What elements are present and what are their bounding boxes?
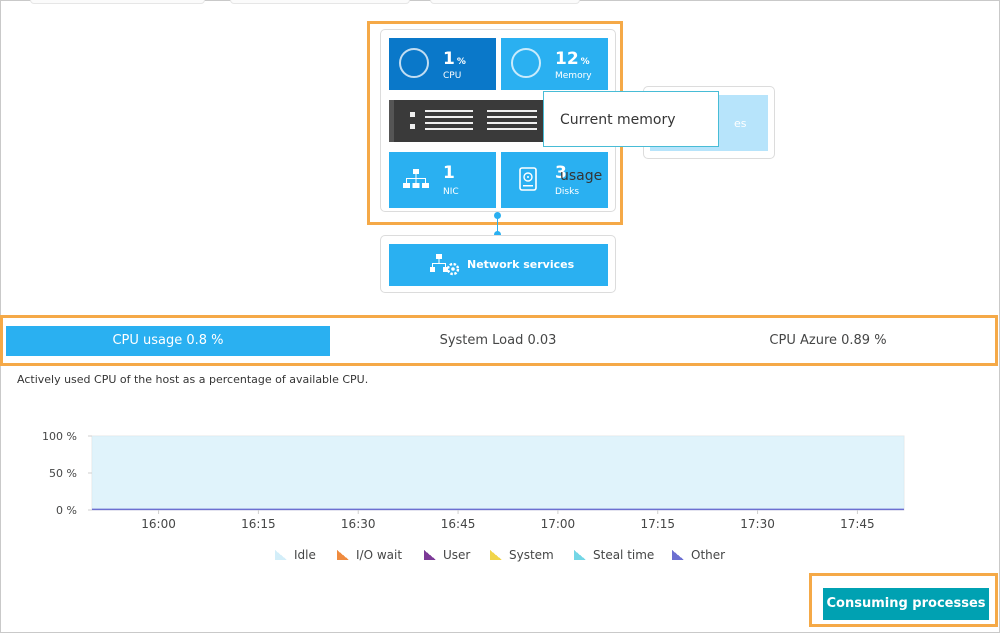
x-tick-label: 16:30 bbox=[341, 517, 376, 531]
memory-tooltip: Current memory usage bbox=[543, 91, 719, 184]
network-services-icon bbox=[430, 254, 460, 276]
x-tick-label: 16:15 bbox=[241, 517, 276, 531]
cpu-value: 1% bbox=[443, 49, 466, 69]
legend-label: Idle bbox=[294, 548, 316, 562]
x-tick-label: 17:45 bbox=[840, 517, 875, 531]
memory-ring-icon bbox=[511, 48, 541, 78]
legend-label: System bbox=[509, 548, 554, 562]
legend-item[interactable]: Steal time bbox=[574, 548, 654, 562]
legend-label: Steal time bbox=[593, 548, 655, 562]
area-idle bbox=[92, 436, 904, 510]
top-card-ghost bbox=[230, 0, 410, 4]
y-tick-label: 0 % bbox=[56, 504, 77, 517]
legend-item[interactable]: I/O wait bbox=[337, 548, 402, 562]
network-services-button[interactable]: Network services bbox=[389, 244, 608, 286]
memory-value: 12% bbox=[555, 49, 590, 69]
nic-tile[interactable]: 1 NIC bbox=[389, 152, 496, 208]
legend-swatch-icon bbox=[672, 550, 684, 560]
cpu-ring-icon bbox=[399, 48, 429, 78]
x-tick-label: 17:15 bbox=[640, 517, 675, 531]
x-tick-label: 17:00 bbox=[541, 517, 576, 531]
cpu-usage-chart: 100 % 50 % 0 % 16:00 16:15 16:30 16:45 17:00 17:… bbox=[42, 430, 905, 531]
x-tick-label: 17:30 bbox=[740, 517, 775, 531]
legend-label: Other bbox=[691, 548, 726, 562]
memory-label: Memory bbox=[555, 71, 592, 81]
legend-swatch-icon bbox=[490, 550, 502, 560]
y-tick-label: 100 % bbox=[42, 430, 77, 443]
tab-cpu-usage[interactable]: CPU usage 0.8 % bbox=[6, 326, 330, 356]
chart-legend: Idle I/O wait User System Steal time Other bbox=[0, 548, 1000, 568]
nic-value: 1 bbox=[443, 163, 455, 183]
legend-swatch-icon bbox=[574, 550, 586, 560]
tab-system-load[interactable]: System Load 0.03 bbox=[336, 326, 660, 356]
top-card-ghost bbox=[430, 0, 580, 4]
network-services-card: Network services bbox=[380, 235, 616, 293]
metric-tabs: CPU usage 0.8 % System Load 0.03 CPU Azu… bbox=[6, 326, 994, 356]
legend-label: User bbox=[443, 548, 471, 562]
legend-item[interactable]: Idle bbox=[275, 548, 316, 562]
nic-label: NIC bbox=[443, 187, 459, 197]
connector-line bbox=[497, 218, 498, 232]
cpu-label: CPU bbox=[443, 71, 462, 81]
disk-icon bbox=[519, 167, 537, 191]
legend-swatch-icon bbox=[337, 550, 349, 560]
legend-swatch-icon bbox=[424, 550, 436, 560]
x-tick-label: 16:45 bbox=[441, 517, 476, 531]
top-card-ghost bbox=[30, 0, 205, 4]
network-services-label: Network services bbox=[467, 258, 575, 271]
cpu-tile[interactable]: 1% CPU bbox=[389, 38, 496, 90]
chart-description: Actively used CPU of the host as a perce… bbox=[17, 373, 369, 386]
legend-item[interactable]: System bbox=[490, 548, 554, 562]
consuming-processes-button[interactable]: Consuming processes bbox=[823, 588, 989, 620]
legend-item[interactable]: Other bbox=[672, 548, 725, 562]
legend-swatch-icon bbox=[275, 550, 287, 560]
y-tick-label: 50 % bbox=[49, 467, 77, 480]
tab-cpu-azure[interactable]: CPU Azure 0.89 % bbox=[666, 326, 990, 356]
legend-item[interactable]: User bbox=[424, 548, 470, 562]
network-tree-icon bbox=[403, 169, 429, 188]
legend-label: I/O wait bbox=[356, 548, 403, 562]
memory-tile[interactable]: 12% Memory bbox=[501, 38, 608, 90]
x-tick-label: 16:00 bbox=[141, 517, 176, 531]
